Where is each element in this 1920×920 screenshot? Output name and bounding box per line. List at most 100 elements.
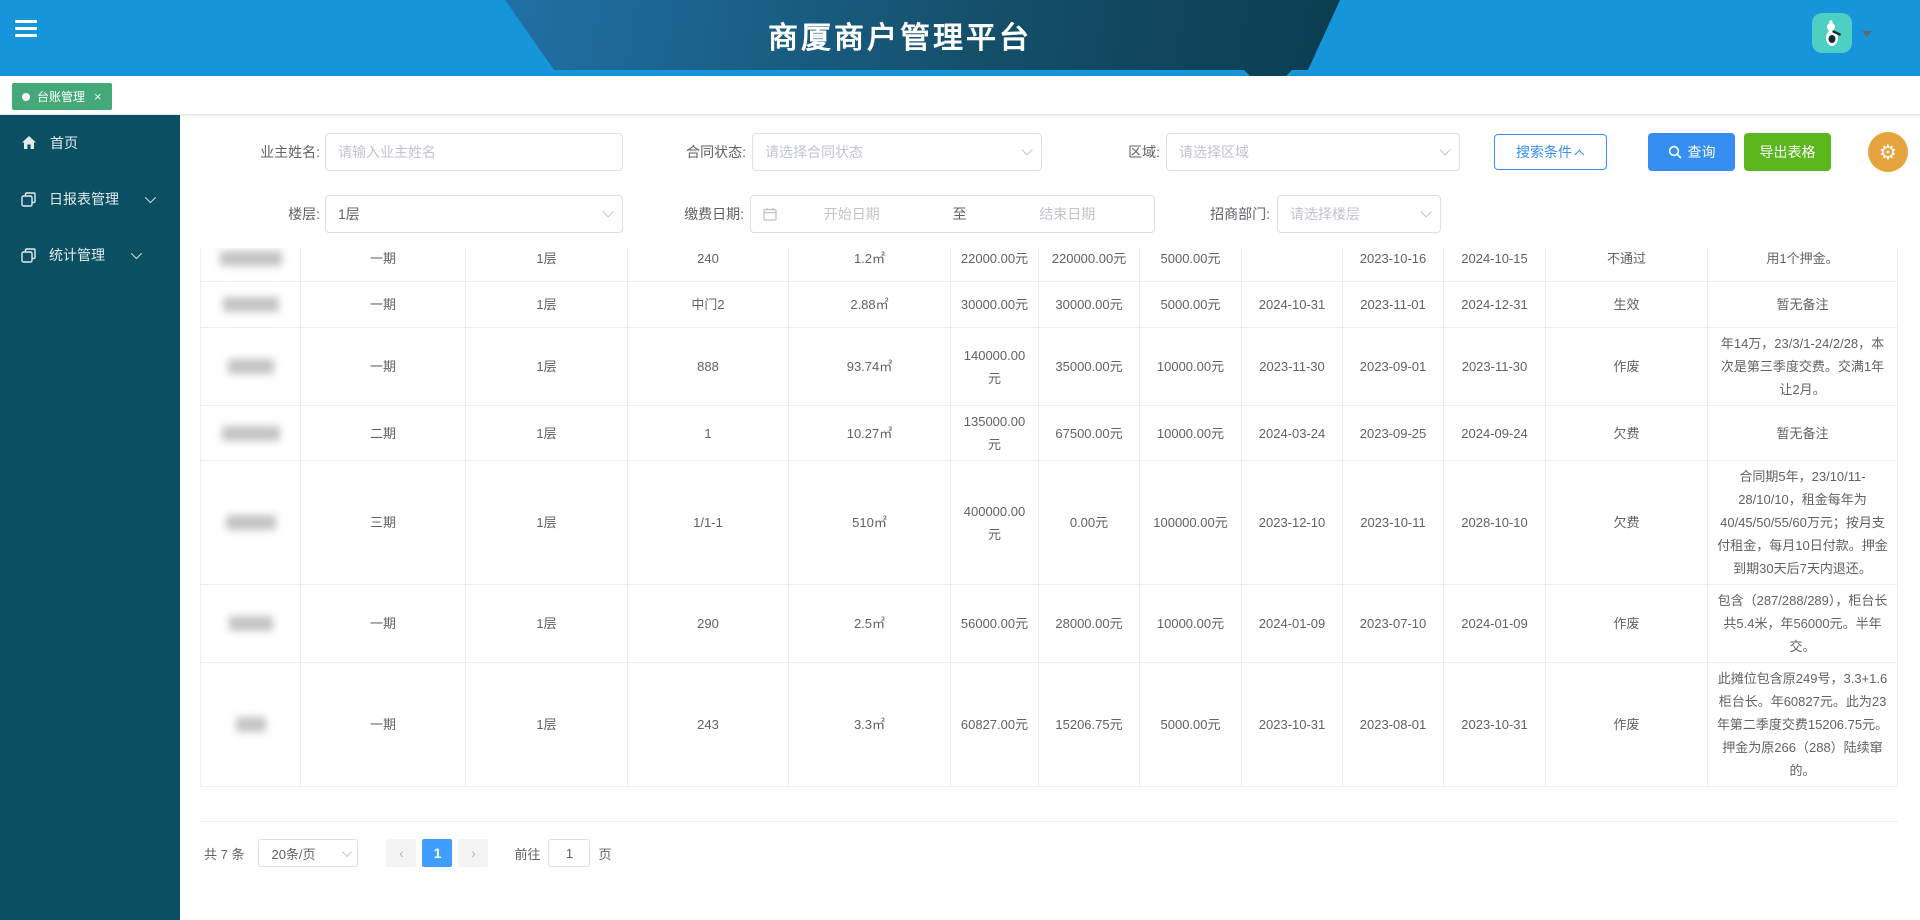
table-cell-floor: 1层 (466, 406, 628, 460)
sidebar-item-home[interactable]: 首页 (0, 115, 180, 171)
copy-icon (21, 191, 36, 207)
table-cell-deposit: 10000.00元 (1140, 585, 1242, 662)
prev-page-button[interactable]: ‹ (386, 839, 417, 867)
table-cell-amount2: 35000.00元 (1039, 328, 1140, 405)
avatar[interactable] (1812, 13, 1852, 53)
pay-date-range-picker[interactable]: 开始日期 至 结束日期 (750, 195, 1155, 233)
table-cell-date2: 2023-11-01 (1343, 282, 1444, 327)
table-cell-date3: 2024-09-24 (1444, 406, 1546, 460)
table-cell-area: 10.27㎡ (789, 406, 951, 460)
redacted-name-blur (225, 515, 276, 530)
table-cell-deposit: 10000.00元 (1140, 406, 1242, 460)
table-cell-amount1: 22000.00元 (951, 248, 1039, 281)
table-cell-period: 一期 (301, 282, 466, 327)
table-cell-deposit: 5000.00元 (1140, 282, 1242, 327)
floor-select[interactable]: 1层 (325, 195, 623, 233)
tab-close-icon[interactable]: × (94, 89, 102, 104)
contract-status-label: 合同状态: (686, 144, 746, 160)
sidebar-item-label: 统计管理 (49, 247, 105, 263)
table-cell-date2: 2023-09-25 (1343, 406, 1444, 460)
table-cell-booth: 243 (628, 663, 789, 786)
app-header: 商厦商户管理平台 (0, 0, 1920, 78)
table-cell-status: 欠费 (1546, 461, 1708, 584)
table-cell-status: 欠费 (1546, 406, 1708, 460)
chevron-up-icon (1574, 149, 1585, 160)
calendar-icon (763, 208, 777, 221)
active-dot-icon (22, 92, 30, 101)
table-cell-date3: 2024-10-15 (1444, 248, 1546, 281)
dept-select[interactable]: 请选择楼层 (1277, 195, 1441, 233)
table-cell-booth: 240 (628, 248, 789, 281)
table-cell-area: 2.5㎡ (789, 585, 951, 662)
sidebar-item-daily-report[interactable]: 日报表管理 (0, 171, 180, 227)
owner-name-input[interactable]: 请输入业主姓名 (325, 133, 623, 171)
next-page-button[interactable]: › (458, 839, 489, 867)
table-cell-booth: 888 (628, 328, 789, 405)
table-cell-date3: 2024-01-09 (1444, 585, 1546, 662)
table-cell-amount2: 0.00元 (1039, 461, 1140, 584)
table-cell-period: 二期 (301, 406, 466, 460)
table-cell-amount1: 30000.00元 (951, 282, 1039, 327)
page-1-button[interactable]: 1 (422, 839, 453, 867)
total-count: 共 7 条 (204, 846, 245, 862)
table-cell-floor: 1层 (466, 328, 628, 405)
table-cell-amount1: 60827.00元 (951, 663, 1039, 786)
table-cell-floor: 1层 (466, 461, 628, 584)
table-cell-period: 一期 (301, 585, 466, 662)
table-cell-booth: 1/1-1 (628, 461, 789, 584)
table-cell-date2: 2023-08-01 (1343, 663, 1444, 786)
owner-name-cell-redacted (200, 585, 301, 662)
gear-icon: ⚙ (1879, 141, 1897, 164)
start-date-input[interactable]: 开始日期 (777, 204, 927, 224)
tags-view-bar: 台账管理 × (0, 76, 1920, 115)
app-window: 商厦商户管理平台 台账管理 × 首页 日报表管理 统计管理 业主姓名: 请输入业… (0, 0, 1920, 920)
search-conditions-toggle-button[interactable]: 搜索条件 (1494, 134, 1607, 170)
avatar-dropdown-caret-icon[interactable] (1862, 31, 1872, 37)
table-cell-floor: 1层 (466, 248, 628, 281)
table-cell-status: 作废 (1546, 663, 1708, 786)
query-button[interactable]: 查询 (1648, 133, 1735, 171)
table-row: 一期 1层 240 1.2㎡ 22000.00元 220000.00元 5000.00元 20… (200, 248, 1898, 282)
table-row: 一期 1层 243 3.3㎡ 60827.00元 15206.75元 5000.00元 202… (200, 663, 1898, 787)
contract-status-select[interactable]: 请选择合同状态 (752, 133, 1042, 171)
table-cell-area: 510㎡ (789, 461, 951, 584)
floor-label: 楼层: (288, 206, 320, 222)
floor-value: 1层 (338, 206, 360, 222)
table-cell-date2: 2023-07-10 (1343, 585, 1444, 662)
owner-name-cell-redacted (200, 406, 301, 460)
goto-label: 前往 (514, 846, 541, 862)
table-cell-status: 作废 (1546, 585, 1708, 662)
table-cell-floor: 1层 (466, 663, 628, 786)
redacted-name-blur (219, 251, 282, 266)
page-size-select[interactable]: 20条/页 (258, 839, 359, 867)
settings-gear-button[interactable]: ⚙ (1868, 132, 1908, 172)
chevron-down-icon (1439, 144, 1451, 156)
owner-name-cell-redacted (200, 328, 301, 405)
pagination-bar: 共 7 条 20条/页 ‹ 1 › 前往 页 (204, 838, 612, 868)
page-title: 商厦商户管理平台 (768, 22, 1032, 55)
table-cell-remark: 暂无备注 (1708, 282, 1898, 327)
owner-name-cell-redacted (200, 461, 301, 584)
region-placeholder: 请选择区域 (1179, 144, 1249, 160)
end-date-input[interactable]: 结束日期 (993, 204, 1143, 224)
export-table-button[interactable]: 导出表格 (1744, 133, 1831, 171)
table-cell-date1: 2023-11-30 (1242, 328, 1343, 405)
table-cell-date1: 2024-10-31 (1242, 282, 1343, 327)
search-icon (1668, 145, 1682, 159)
goto-page-input[interactable] (548, 839, 591, 867)
region-select[interactable]: 请选择区域 (1166, 133, 1460, 171)
chevron-down-icon (130, 247, 143, 260)
sidebar-item-statistics[interactable]: 统计管理 (0, 227, 180, 283)
chevron-down-icon (1420, 206, 1432, 218)
hamburger-menu-icon[interactable] (15, 20, 37, 38)
table-cell-deposit: 100000.00元 (1140, 461, 1242, 584)
date-range-separator: 至 (952, 206, 967, 222)
table-cell-amount2: 28000.00元 (1039, 585, 1140, 662)
table-cell-remark: 包含（287/288/289），柜台长共5.4米，年56000元。半年交。 (1708, 585, 1898, 662)
export-label: 导出表格 (1759, 144, 1816, 160)
table-cell-floor: 1层 (466, 282, 628, 327)
search-conditions-label: 搜索条件 (1516, 144, 1572, 160)
tab-taizhang[interactable]: 台账管理 × (12, 83, 112, 110)
table-cell-amount2: 30000.00元 (1039, 282, 1140, 327)
table-cell-date2: 2023-10-16 (1343, 248, 1444, 281)
